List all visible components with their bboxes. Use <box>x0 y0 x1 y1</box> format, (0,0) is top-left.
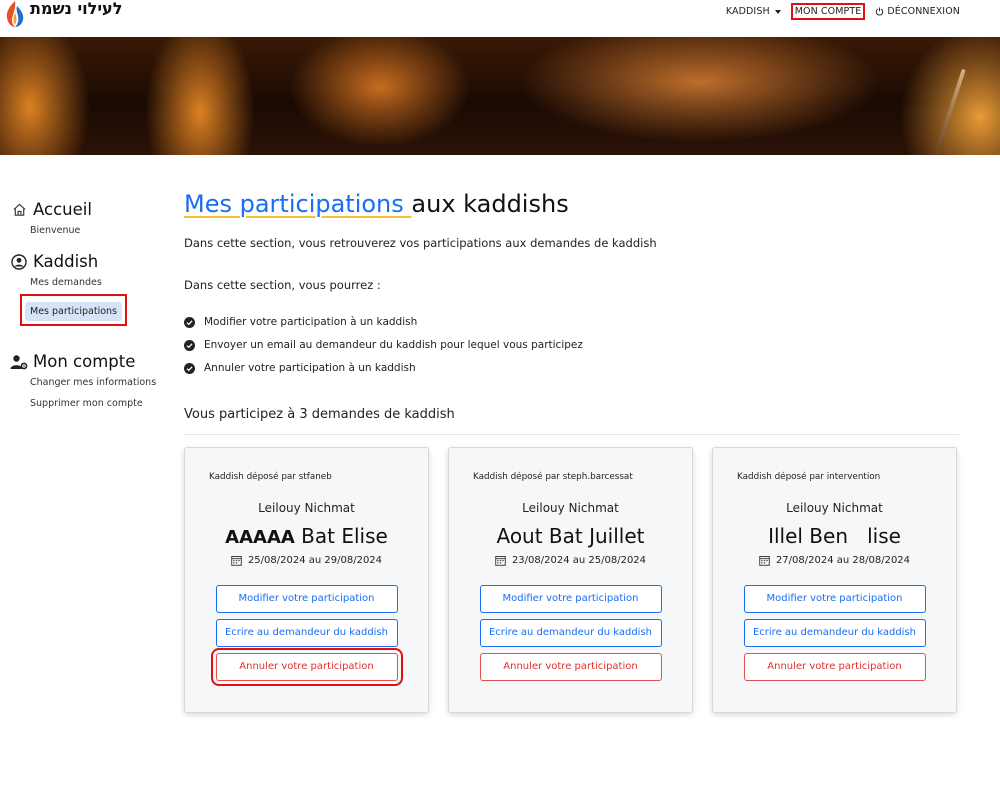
calendar-icon <box>495 556 506 566</box>
sidebar-heading-label: Kaddish <box>33 252 99 271</box>
nav-deconnexion[interactable]: DÉCONNEXION <box>873 4 962 19</box>
logo-text: לעילוי נשמת <box>30 0 123 18</box>
caret-down-icon <box>774 9 781 14</box>
calendar-icon <box>759 556 770 566</box>
write-requester-button[interactable]: Ecrire au demandeur du kaddish <box>215 619 398 647</box>
modify-participation-button[interactable]: Modifier votre participation <box>479 585 662 613</box>
flame-logo-icon <box>6 1 24 27</box>
sidebar-heading-accueil[interactable]: Accueil <box>10 200 170 219</box>
write-requester-button[interactable]: Ecrire au demandeur du kaddish <box>743 619 926 647</box>
card-prefix: Leilouy Nichmat <box>786 501 883 515</box>
sidebar-heading-label: Accueil <box>33 200 92 219</box>
list-item-text: Annuler votre participation à un kaddish <box>204 362 416 374</box>
card-deceased-name: Illel Ben lise <box>713 524 956 548</box>
card-deceased-name: Aout Bat Juillet <box>449 524 692 548</box>
card-name-rest: Aout Bat Juillet <box>496 524 645 548</box>
feature-checklist: Modifier votre participation à un kaddis… <box>184 316 959 374</box>
nav-kaddish-label: KADDISH <box>725 6 770 17</box>
nav-mon-compte[interactable]: MON COMPTE <box>790 3 866 20</box>
sidebar-active-highlight: Mes participations <box>20 294 127 326</box>
list-item: Annuler votre participation à un kaddish <box>184 362 959 374</box>
power-icon <box>876 7 884 16</box>
page-title: Mes participations aux kaddishs <box>184 190 959 218</box>
card-dates: 27/08/2024 au 28/08/2024 <box>713 555 956 566</box>
main-nav: KADDISH MON COMPTE DÉCONNEXION <box>724 3 962 20</box>
sidebar-item-changer-informations[interactable]: Changer mes informations <box>30 377 170 388</box>
subintro-text: Dans cette section, vous pourrez : <box>184 278 381 292</box>
card-prefix: Leilouy Nichmat <box>522 501 619 515</box>
cancel-participation-button[interactable]: Annuler votre participation <box>210 648 403 686</box>
sidebar-item-supprimer-compte[interactable]: Supprimer mon compte <box>30 398 170 409</box>
card-owner: Kaddish déposé par steph.barcessat <box>473 472 633 482</box>
sidebar-heading-label: Mon compte <box>33 352 136 371</box>
write-requester-button[interactable]: Ecrire au demandeur du kaddish <box>479 619 662 647</box>
card-dates-text: 27/08/2024 au 28/08/2024 <box>775 555 911 566</box>
sidebar-heading-mon-compte[interactable]: Mon compte <box>10 352 170 371</box>
site-logo[interactable]: לעילוי נשמת <box>4 0 122 28</box>
card-owner: Kaddish déposé par intervention <box>737 472 881 482</box>
check-circle-icon <box>184 339 195 351</box>
card-deceased-name: AAAAA Bat Elise <box>185 524 428 548</box>
participation-card: Kaddish déposé par steph.barcessat Leilo… <box>448 447 693 713</box>
main-content: Mes participations aux kaddishs Dans cet… <box>184 190 959 713</box>
participation-count: Vous participez à 3 demandes de kaddish <box>184 407 959 435</box>
page-title-rest: aux kaddishs <box>411 190 569 218</box>
top-navbar: לעילוי נשמת KADDISH MON COMPTE DÉCONNEXI… <box>0 0 1000 37</box>
modify-participation-button[interactable]: Modifier votre participation <box>743 585 926 613</box>
card-prefix: Leilouy Nichmat <box>258 501 355 515</box>
modify-participation-button[interactable]: Modifier votre participation <box>215 585 398 613</box>
card-dates: 23/08/2024 au 25/08/2024 <box>449 555 692 566</box>
calendar-icon <box>231 556 242 566</box>
participation-cards: Kaddish déposé par stfaneb Leilouy Nichm… <box>184 447 959 713</box>
nav-deconnexion-label: DÉCONNEXION <box>887 6 960 17</box>
nav-mon-compte-label: MON COMPTE <box>794 6 862 17</box>
card-dates: 25/08/2024 au 29/08/2024 <box>185 555 428 566</box>
sidebar-item-mes-demandes[interactable]: Mes demandes <box>30 277 170 288</box>
card-name-rest: Bat Elise <box>294 524 388 548</box>
user-gear-icon <box>10 353 28 371</box>
participation-card: Kaddish déposé par stfaneb Leilouy Nichm… <box>184 447 429 713</box>
candle-banner-image <box>0 37 1000 155</box>
page-title-highlight: Mes participations <box>184 190 412 218</box>
list-item: Envoyer un email au demandeur du kaddish… <box>184 339 959 351</box>
intro-text: Dans cette section, vous retrouverez vos… <box>184 236 657 250</box>
card-dates-text: 25/08/2024 au 29/08/2024 <box>247 555 383 566</box>
sidebar-group-kaddish: Kaddish Mes demandes Mes participations <box>10 252 170 336</box>
nav-kaddish-dropdown[interactable]: KADDISH <box>724 4 783 19</box>
list-item-text: Envoyer un email au demandeur du kaddish… <box>204 339 583 351</box>
user-circle-icon <box>10 253 28 271</box>
check-circle-icon <box>184 362 195 374</box>
candle-wick <box>934 68 966 155</box>
sidebar-heading-kaddish[interactable]: Kaddish <box>10 252 170 271</box>
sidebar-item-mes-participations[interactable]: Mes participations <box>25 302 122 321</box>
cancel-participation-button[interactable]: Annuler votre participation <box>743 653 926 681</box>
participation-card: Kaddish déposé par intervention Leilouy … <box>712 447 957 713</box>
card-name-first: AAAAA <box>225 527 295 548</box>
card-dates-text: 23/08/2024 au 25/08/2024 <box>511 555 647 566</box>
list-item: Modifier votre participation à un kaddis… <box>184 316 959 328</box>
cancel-participation-button[interactable]: Annuler votre participation <box>479 653 662 681</box>
sidebar-group-accueil: Accueil Bienvenue <box>10 200 170 236</box>
card-owner: Kaddish déposé par stfaneb <box>209 472 332 482</box>
card-name-rest: Illel Ben lise <box>768 524 901 548</box>
home-icon <box>10 201 28 219</box>
sidebar-item-bienvenue[interactable]: Bienvenue <box>30 225 170 236</box>
sidebar-group-mon-compte: Mon compte Changer mes informations Supp… <box>10 352 170 409</box>
check-circle-icon <box>184 316 195 328</box>
list-item-text: Modifier votre participation à un kaddis… <box>204 316 418 328</box>
sidebar: Accueil Bienvenue Kaddish Mes demandes M… <box>10 200 170 425</box>
